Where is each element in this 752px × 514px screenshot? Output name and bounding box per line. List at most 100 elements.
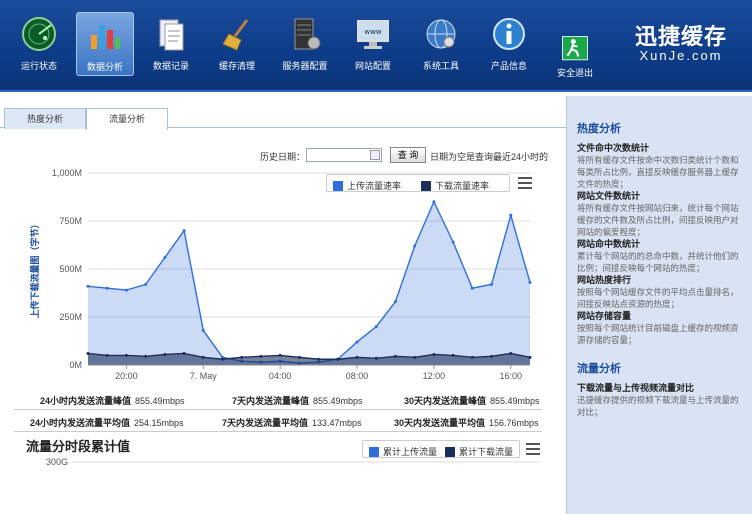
nav-item-data-analysis[interactable]: 数据分析 [76,12,134,76]
nav-label: 产品信息 [490,61,527,71]
nav-item-system-tools[interactable]: 系统工具 [412,12,470,76]
stat-7d-avg: 7天内发送流量平均值 133.47mbps [222,416,362,429]
x-tick-label: 08:00 [346,371,369,381]
legend-item-upload[interactable]: 上传流量速率 [333,179,401,192]
stat-30d-peak: 30天内发送流量峰值 855.49mbps [404,394,540,407]
tab-heat-analysis[interactable]: 热度分析 [4,108,86,129]
data-point [163,255,167,259]
stat-value: 855.49mbps [135,396,185,406]
data-point [297,355,301,359]
chart-legend: 上传流量速率 下载流量速率 [326,174,510,192]
calendar-icon[interactable] [370,150,380,160]
exit-icon [562,36,588,61]
nav-item-data-records[interactable]: 数据记录 [142,12,200,76]
stat-value: 156.76mbps [489,418,539,428]
help-title: 网站文件数统计 [577,191,641,201]
legend-item-download[interactable]: 下载流量速率 [421,179,489,192]
data-point [432,200,436,204]
help-item: 网站热度排行 按照每个网站缓存文件的平均点击量排名，间接反映站点资源的热度； [577,274,744,310]
data-point [278,353,282,357]
data-point [393,354,397,358]
sidebar-heading-flow: 流量分析 [577,363,621,375]
chart-menu-icon[interactable] [518,177,532,189]
help-desc: 按照每个网站统计目前磁盘上缓存的视频资源存储的容量； [577,323,739,345]
nav-item-product-info[interactable]: 产品信息 [480,12,538,76]
data-point [393,300,397,304]
nav-item-site-config[interactable]: www 网站配置 [344,12,402,76]
nav-label: 数据记录 [152,61,189,71]
sidebar-heading-heat: 热度分析 [577,123,621,135]
stat-label: 30天内发送流量峰值 [404,396,487,406]
date-label: 历史日期： [260,152,306,162]
stat-value: 254.15mbps [134,418,184,428]
cumulative-chart: 300G [46,457,540,467]
help-title: 网站存储容量 [577,311,632,321]
nav-label: 系统工具 [422,61,459,71]
nav-label: 安全退出 [556,68,593,78]
broom-icon [222,19,249,51]
nav-item-logout[interactable]: 安全退出 [546,30,604,90]
top-nav-bar: 运行状态 数据分析 数据记录 缓存清理 服务器配置 www 网站配置 系统工具 … [0,0,752,92]
y-tick-label: 0M [69,360,82,370]
stat-label: 24小时内发送流量峰值 [40,396,132,406]
legend-label: 下载流量速率 [435,181,490,191]
data-point [432,352,436,356]
info-icon [493,18,525,50]
data-point [105,286,109,290]
monitor-icon: www [357,20,389,49]
tab-flow-analysis[interactable]: 流量分析 [86,108,168,130]
data-point [86,284,90,288]
data-point [336,357,340,361]
nav-label: 服务器配置 [282,61,328,71]
data-point [201,328,205,332]
stat-30d-avg: 30天内发送流量平均值 156.76mbps [394,416,539,429]
flow-chart: 0M 250M 500M 750M 1,000M 上传下载流量图（字节） 20:00 7. M… [29,168,532,381]
data-point [374,325,378,329]
data-point [86,351,90,355]
data-point [374,356,378,360]
data-point [451,353,455,357]
svg-text:www: www [364,28,381,36]
stat-label: 7天内发送流量峰值 [232,396,310,406]
help-title: 文件命中次数统计 [577,143,650,153]
help-title: 网站命中数统计 [577,239,641,249]
radar-icon [22,17,56,51]
stat-label: 30天内发送流量平均值 [394,418,486,428]
data-point [451,240,455,244]
data-point [355,355,359,359]
help-item: 网站存储容量按照每个网站统计目前磁盘上缓存的视频资源存储的容量； [577,310,744,346]
y-tick-label: 300G [46,457,68,467]
divider [14,431,542,432]
legend-swatch [333,181,343,191]
help-desc: 累计每个网站的的总命中数，并统计他们的比例；间接反映每个网站的热度； [577,251,739,273]
divider [14,409,542,410]
data-point [163,352,167,356]
data-point [470,355,474,359]
query-button[interactable]: 查 询 [390,147,426,163]
data-point [528,280,532,284]
data-point [124,288,128,292]
tab-bar: 热度分析 流量分析 [0,104,566,130]
data-point [124,353,128,357]
data-point [221,357,225,361]
y-tick-label: 250M [59,312,82,322]
data-point [355,340,359,344]
data-point [182,351,186,355]
series-area-upload [88,201,530,365]
nav-item-cache-clean[interactable]: 缓存清理 [208,12,266,76]
stat-24h-peak: 24小时内发送流量峰值 855.49mbps [40,394,185,407]
help-item: 网站文件数统计 将所有缓存文件按网站归来，统计每个网站缓存的文件数及所占比例，间接… [577,190,744,238]
nav-item-server-config[interactable]: 服务器配置 [276,12,334,76]
x-tick-label: 7. May [190,371,218,381]
data-point [490,282,494,286]
nav-item-status[interactable]: 运行状态 [10,12,68,76]
stat-24h-avg: 24小时内发送流量平均值 254.15mbps [30,416,184,429]
data-point [470,286,474,290]
data-point [182,229,186,233]
help-item: 下载流量与上传视频流量对比 迅捷缓存提供的视频下载流量与上传流量的对比； [577,382,744,418]
help-desc: 按照每个网站缓存文件的平均点击量排名，间接反映站点资源的热度； [577,287,739,309]
data-point [317,357,321,361]
bar-chart-icon [91,25,120,49]
legend-swatch [421,181,431,191]
